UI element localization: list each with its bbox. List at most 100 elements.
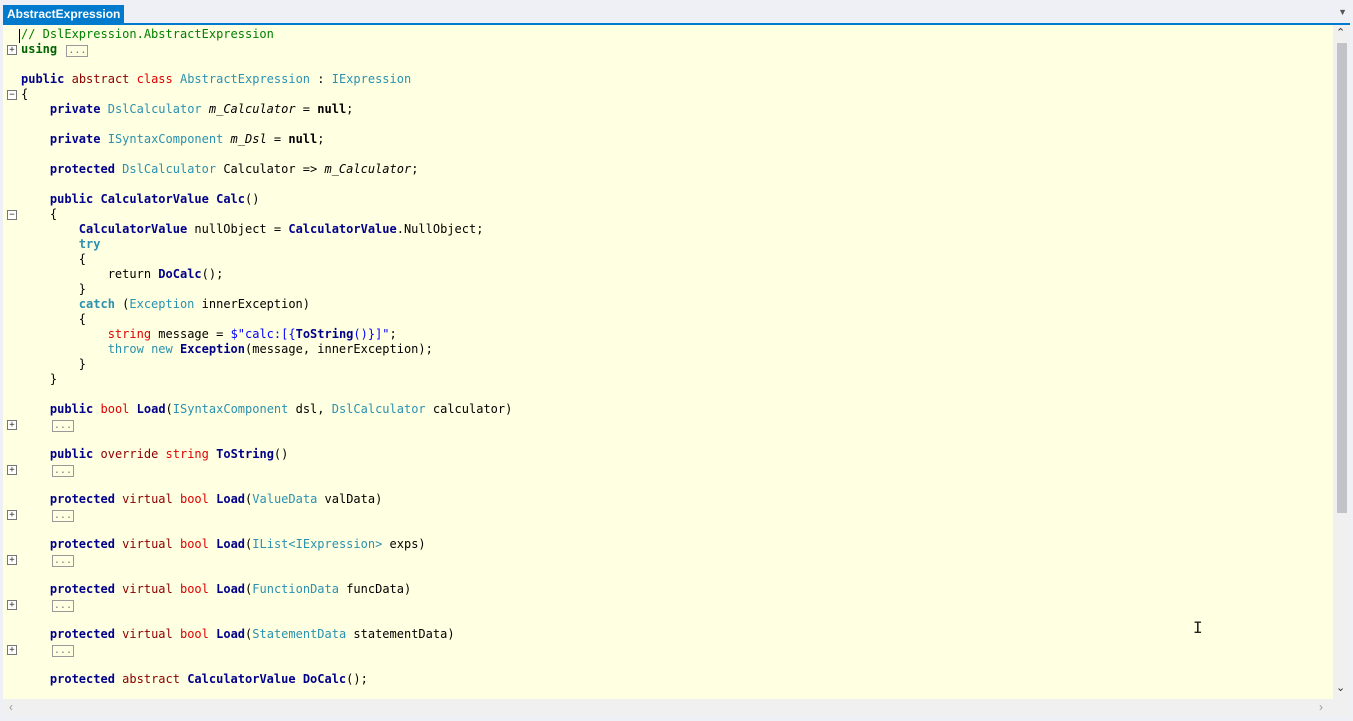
horizontal-scrollbar[interactable]: ‹ ›	[3, 699, 1350, 716]
expand-load-icon[interactable]: +	[7, 420, 17, 430]
code-line: ...	[21, 417, 512, 432]
code-line: public CalculatorValue Calc()	[21, 192, 512, 207]
collapse-calc-icon[interactable]: −	[7, 210, 17, 220]
expand-load-valuedata-icon[interactable]: +	[7, 510, 17, 520]
text-cursor-icon: I	[1193, 618, 1203, 637]
member: NullObject	[403, 222, 477, 236]
collapsed-region[interactable]: ...	[51, 600, 74, 612]
punct: =>	[295, 162, 325, 176]
keyword: public	[49, 447, 94, 461]
args: (message, innerException);	[245, 342, 433, 356]
method-name: Load	[216, 537, 246, 551]
vertical-scrollbar[interactable]: ⌃ ⌄	[1333, 25, 1350, 699]
scroll-up-icon[interactable]: ⌃	[1336, 26, 1345, 39]
keyword: protected	[49, 162, 115, 176]
string-literal: $"calc:[{	[230, 327, 296, 341]
type-name: ValueData	[252, 492, 318, 506]
collapsed-region[interactable]: ...	[51, 555, 74, 567]
folding-gutter: + − − + + + + + +	[3, 25, 19, 699]
punct: ;	[476, 222, 484, 236]
variable: message	[158, 327, 209, 341]
keyword: bool	[100, 402, 130, 416]
collapsed-region[interactable]: ...	[66, 45, 89, 57]
expand-using-icon[interactable]: +	[7, 45, 17, 55]
keyword: protected	[49, 627, 115, 641]
keyword: null	[317, 102, 347, 116]
code-line: private ISyntaxComponent m_Dsl = null;	[21, 132, 512, 147]
keyword: protected	[49, 582, 115, 596]
code-line: ...	[21, 507, 512, 522]
collapse-class-icon[interactable]: −	[7, 90, 17, 100]
type-name: ISyntaxComponent	[172, 402, 289, 416]
code-line: ...	[21, 552, 512, 567]
keyword: catch	[78, 297, 115, 311]
keyword: public	[21, 72, 65, 86]
code-line: private DslCalculator m_Calculator = nul…	[21, 102, 512, 117]
brace: }	[78, 282, 87, 296]
method-name: DoCalc	[302, 672, 347, 686]
expand-tostring-icon[interactable]: +	[7, 465, 17, 475]
code-text[interactable]: // DslExpression.AbstractExpression usin…	[21, 27, 512, 687]
code-line: string message = $"calc:[{ToString()}]";	[107, 327, 397, 341]
punct: ()	[245, 192, 260, 206]
expand-load-exps-icon[interactable]: +	[7, 555, 17, 565]
punct: ()	[346, 672, 361, 686]
code-line: catch (Exception innerException)	[78, 297, 311, 311]
collapsed-region[interactable]: ...	[51, 420, 74, 432]
brace: {	[21, 87, 29, 101]
brace: }	[49, 372, 58, 386]
type-name: CalculatorValue	[288, 222, 397, 236]
vertical-scroll-thumb[interactable]	[1337, 43, 1347, 513]
type-name: StatementData	[252, 627, 347, 641]
field: m_Dsl	[230, 132, 267, 146]
type-name: Exception	[179, 342, 246, 356]
keyword: protected	[49, 672, 115, 686]
code-editor[interactable]: + − − + + + + + + // DslExpression.Abstr…	[3, 25, 1350, 699]
method-name: Load	[216, 492, 246, 506]
scroll-left-icon[interactable]: ‹	[9, 700, 13, 714]
param: calculator)	[425, 402, 513, 416]
keyword: virtual	[122, 582, 173, 596]
scroll-down-icon[interactable]: ⌄	[1336, 681, 1345, 694]
method-name: Load	[216, 627, 246, 641]
keyword: abstract	[122, 672, 180, 686]
scroll-right-icon[interactable]: ›	[1319, 700, 1323, 714]
punct: ;	[216, 267, 224, 281]
param: funcData)	[338, 582, 412, 596]
keyword: protected	[49, 492, 115, 506]
code-line: CalculatorValue nullObject = CalculatorV…	[78, 222, 484, 236]
code-line: public override string ToString()	[21, 447, 512, 462]
document-tab-bar: AbstractExpression ▼	[0, 0, 1353, 25]
tab-dropdown-icon[interactable]: ▼	[1338, 7, 1347, 17]
comment: // DslExpression.AbstractExpression	[21, 27, 274, 41]
collapsed-region[interactable]: ...	[51, 510, 74, 522]
type-name: ISyntaxComponent	[107, 132, 224, 146]
param: dsl,	[288, 402, 332, 416]
variable: innerException	[201, 297, 303, 311]
code-line: public bool Load(ISyntaxComponent dsl, D…	[49, 402, 513, 416]
code-line: }	[21, 357, 512, 372]
code-line: public abstract class AbstractExpression…	[21, 72, 512, 87]
text-caret	[19, 29, 20, 43]
code-line: protected abstract CalculatorValue DoCal…	[21, 672, 512, 687]
method-name: Load	[136, 402, 166, 416]
expand-load-funcdata-icon[interactable]: +	[7, 600, 17, 610]
type-name: CalculatorValue	[187, 672, 296, 686]
collapsed-region[interactable]: ...	[51, 645, 74, 657]
collapsed-region[interactable]: ...	[51, 465, 74, 477]
brace: }	[78, 357, 87, 371]
field: m_Calculator	[324, 162, 412, 176]
type-name: DslCalculator	[107, 102, 202, 116]
code-line: ...	[21, 597, 512, 612]
variable: nullObject	[194, 222, 267, 236]
punct: ;	[389, 327, 397, 341]
expand-load-statementdata-icon[interactable]: +	[7, 645, 17, 655]
param: exps)	[382, 537, 426, 551]
brace: {	[78, 312, 87, 326]
tab-abstract-expression[interactable]: AbstractExpression	[3, 5, 125, 23]
